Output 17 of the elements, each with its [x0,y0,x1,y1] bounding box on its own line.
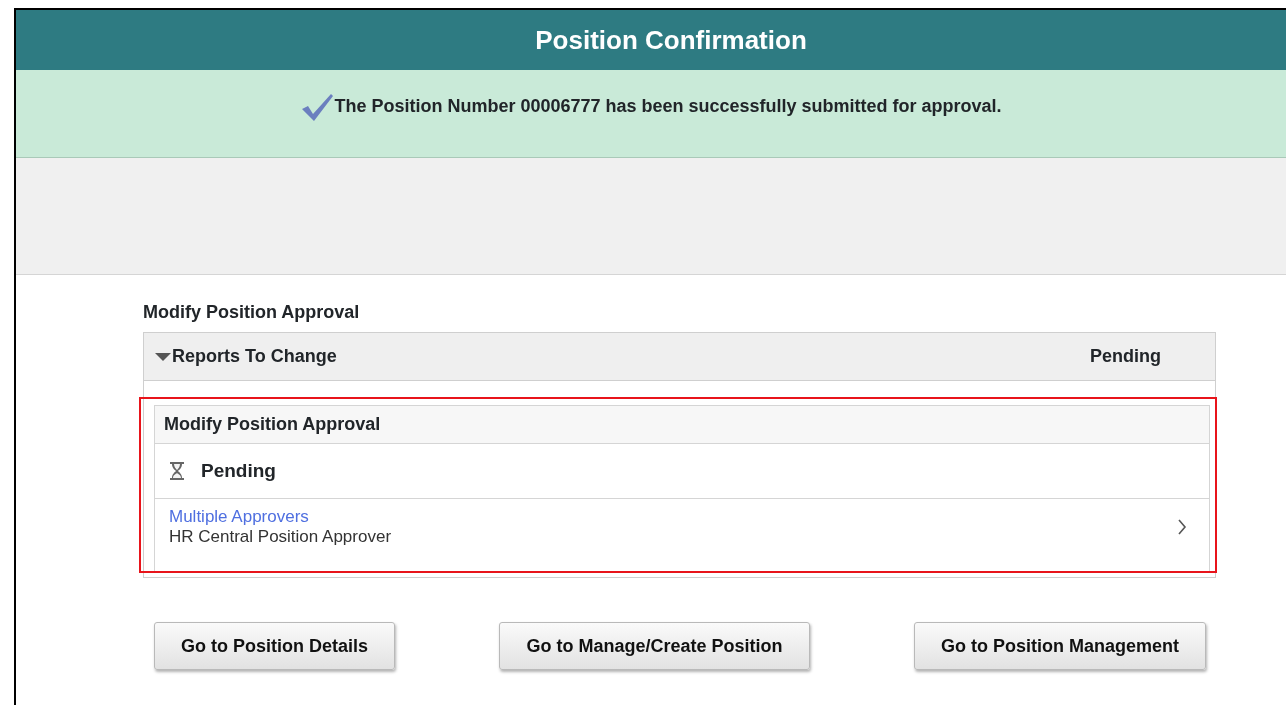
approver-role: HR Central Position Approver [169,527,392,547]
step-status: Pending [201,458,276,483]
nav-button[interactable]: Go to Position Management [913,622,1206,670]
approval-group-header[interactable]: Reports To Change Pending [144,333,1215,381]
section-title: Modify Position Approval [143,301,361,324]
success-message: The Position Number 00006777 has been successfully submitted for approval. [334,95,1002,118]
checkmark-icon [300,91,335,122]
hourglass-icon [169,461,185,481]
nav-button[interactable]: Go to Manage/Create Position [499,622,810,670]
nav-button[interactable]: Go to Position Details [154,622,395,670]
approver-row[interactable]: Multiple Approvers HR Central Position Approver [155,499,1209,572]
page-title: Position Confirmation [535,23,807,57]
group-label: Reports To Change [172,345,337,368]
approvers-link[interactable]: Multiple Approvers [169,507,392,527]
chevron-right-icon [1177,519,1187,535]
step-title: Modify Position Approval [155,406,1209,444]
group-status: Pending [1090,345,1161,368]
